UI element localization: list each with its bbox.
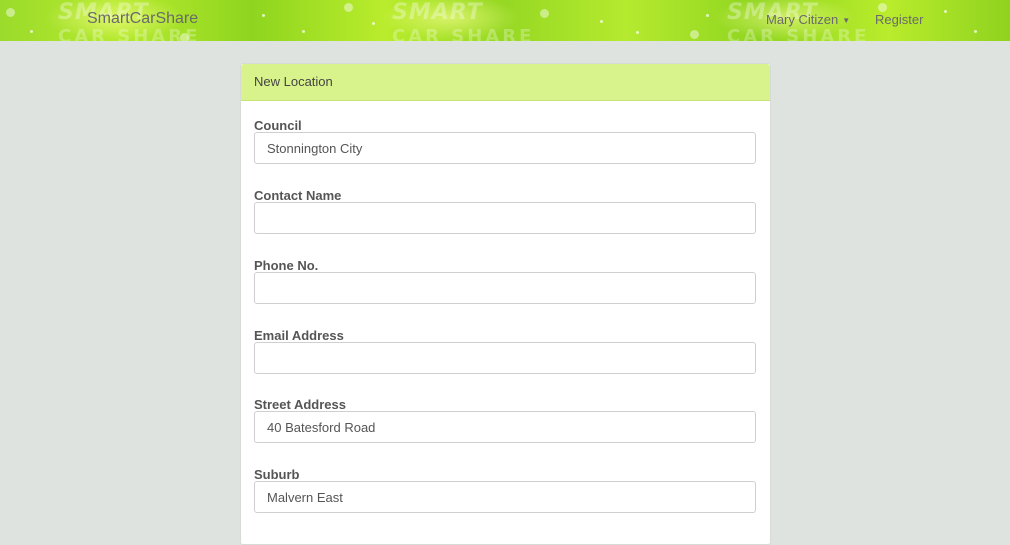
user-menu-dropdown[interactable]: Mary Citizen ▼ [766,12,850,27]
decor-dot [180,33,189,41]
email-label: Email Address [254,328,344,343]
panel-title: New Location [241,64,770,101]
brand-link[interactable]: SmartCarShare [87,10,198,28]
contact-name-input[interactable] [254,202,756,234]
contact-name-label: Contact Name [254,188,342,203]
phone-group: Phone No. [254,258,756,304]
decor-dot [344,3,353,12]
user-menu-label: Mary Citizen [766,12,839,27]
street-address-label: Street Address [254,397,346,412]
register-link[interactable]: Register [875,12,923,27]
decor-dot [690,30,699,39]
email-input[interactable] [254,342,756,374]
decor-dot [974,30,977,33]
caret-down-icon: ▼ [842,16,851,26]
decor-dot [262,14,265,17]
decor-dot [600,20,603,23]
watermark-logo-sub: CAR SHARE [727,26,870,42]
decor-dot [706,14,709,17]
suburb-input[interactable] [254,481,756,513]
council-input[interactable] [254,132,756,164]
decor-dot [30,30,33,33]
phone-input[interactable] [254,272,756,304]
suburb-group: Suburb [254,467,756,513]
decor-dot [540,9,549,18]
navbar: SMART CAR SHARE SMART CAR SHARE SMART CA… [0,0,1010,41]
new-location-panel: New Location Council Contact Name Phone … [240,63,771,545]
street-address-input[interactable] [254,411,756,443]
council-group: Council [254,118,756,164]
street-address-group: Street Address [254,397,756,443]
contact-name-group: Contact Name [254,188,756,234]
decor-dot [372,22,375,25]
phone-label: Phone No. [254,258,319,273]
decor-dot [878,3,887,12]
watermark-logo-sub: CAR SHARE [392,26,535,42]
watermark-logo: SMART [392,0,483,25]
decor-dot [944,10,947,13]
email-group: Email Address [254,328,756,374]
council-label: Council [254,118,302,133]
decor-dot [302,30,305,33]
decor-dot [636,31,639,34]
suburb-label: Suburb [254,467,300,482]
watermark-logo-sub: CAR SHARE [58,26,201,42]
decor-dot [6,8,15,17]
